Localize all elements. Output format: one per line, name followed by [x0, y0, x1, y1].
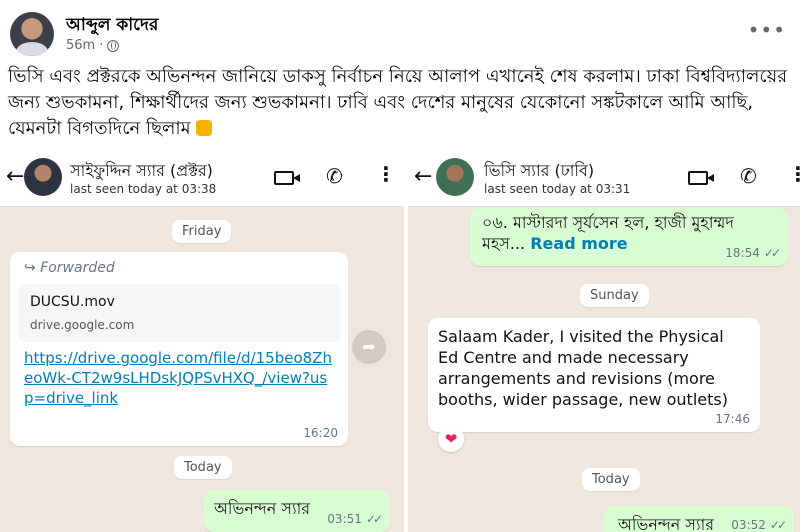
post-header: আব্দুল কাদের 56m · ••• [0, 0, 800, 62]
back-arrow-icon[interactable]: ← [414, 164, 432, 189]
forwarded-label: ↪ Forwarded [24, 260, 115, 276]
menu-kebab-icon[interactable]: ⋮ [376, 162, 396, 186]
back-arrow-icon[interactable]: ← [6, 164, 24, 189]
message-time-status: 03:51 ✓✓ [327, 512, 383, 526]
previous-outgoing-message[interactable]: ০৬. মাস্টারদা সূর্যসেন হল, হাজী মুহাম্মদ… [470, 208, 788, 266]
date-chip-friday: Friday [172, 220, 232, 243]
chat-screenshot-vc: ← ভিসি স্যার (ঢাবি) last seen today at 0… [408, 150, 800, 532]
outgoing-message[interactable]: অভিনন্দন স্যার 03:52 ✓✓ [604, 506, 794, 532]
message-text: অভিনন্দন স্যার [618, 515, 715, 532]
video-call-icon[interactable] [274, 171, 300, 185]
message-time-status: 18:54 ✓✓ [725, 246, 781, 260]
drive-link[interactable]: https://drive.google.com/file/d/15beo8Zh… [24, 348, 334, 408]
message-time: 17:46 [715, 412, 750, 426]
time-value: 18:54 [725, 246, 760, 260]
raised-fist-icon [196, 120, 213, 136]
post-meta: 56m · [66, 38, 120, 53]
outgoing-message[interactable]: অভিনন্দন স্যার 03:51 ✓✓ [204, 490, 390, 532]
message-time-status: 03:52 ✓✓ [731, 518, 787, 532]
time-value: 03:51 [327, 512, 362, 526]
contact-name[interactable]: ভিসি স্যার (ঢাবি) [484, 158, 594, 185]
date-chip-sunday: Sunday [580, 284, 649, 307]
forward-icon: ↪ [24, 260, 36, 276]
post-time[interactable]: 56m [66, 38, 95, 53]
globe-icon [107, 39, 120, 52]
incoming-message[interactable]: Salaam Kader, I visited the Physical Ed … [428, 318, 760, 432]
time-value: 03:52 [731, 518, 766, 532]
post-text: ভিসি এবং প্রক্টরকে অভিনন্দন জানিয়ে ডাকস… [8, 64, 788, 142]
date-chip-today: Today [174, 456, 232, 479]
read-ticks-icon: ✓✓ [769, 518, 787, 532]
read-more-link[interactable]: Read more [530, 234, 627, 253]
last-seen: last seen today at 03:31 [484, 182, 631, 196]
author-avatar[interactable] [10, 12, 54, 56]
read-ticks-icon: ✓✓ [763, 246, 781, 260]
contact-avatar[interactable] [436, 158, 474, 196]
last-seen: last seen today at 03:38 [70, 182, 217, 196]
date-chip-today: Today [582, 468, 640, 491]
contact-avatar[interactable] [24, 158, 62, 196]
heart-reaction-icon[interactable]: ❤ [438, 426, 464, 452]
video-call-icon[interactable] [688, 171, 714, 185]
message-text: Salaam Kader, I visited the Physical Ed … [438, 327, 728, 409]
contact-name[interactable]: সাইফুদ্দিন স্যার (প্রক্টর) [70, 158, 213, 185]
chat-header: ← ভিসি স্যার (ঢাবি) last seen today at 0… [408, 150, 800, 207]
phone-call-icon[interactable]: ✆ [740, 164, 757, 188]
forwarded-link-message[interactable]: ↪ Forwarded DUCSU.mov drive.google.com h… [10, 252, 348, 446]
chat-header: ← সাইফুদ্দিন স্যার (প্রক্টর) last seen t… [0, 150, 404, 207]
phone-call-icon[interactable]: ✆ [326, 164, 343, 188]
meta-separator: · [99, 38, 104, 53]
link-preview-card[interactable]: DUCSU.mov drive.google.com [18, 284, 340, 342]
more-options-icon[interactable]: ••• [748, 18, 786, 42]
chat-screenshot-proctor: ← সাইফুদ্দিন স্যার (প্রক্টর) last seen t… [0, 150, 404, 532]
message-time: 16:20 [303, 426, 338, 440]
menu-kebab-icon[interactable]: ⋮ [788, 162, 800, 186]
file-name: DUCSU.mov [30, 294, 115, 310]
author-name[interactable]: আব্দুল কাদের [66, 12, 158, 40]
message-text: অভিনন্দন স্যার [214, 499, 311, 518]
forwarded-text: Forwarded [40, 260, 115, 276]
read-ticks-icon: ✓✓ [365, 512, 383, 526]
post-body: ভিসি এবং প্রক্টরকে অভিনন্দন জানিয়ে ডাকস… [8, 66, 788, 139]
file-host: drive.google.com [30, 318, 135, 332]
forward-share-icon[interactable]: ➦ [352, 330, 386, 364]
